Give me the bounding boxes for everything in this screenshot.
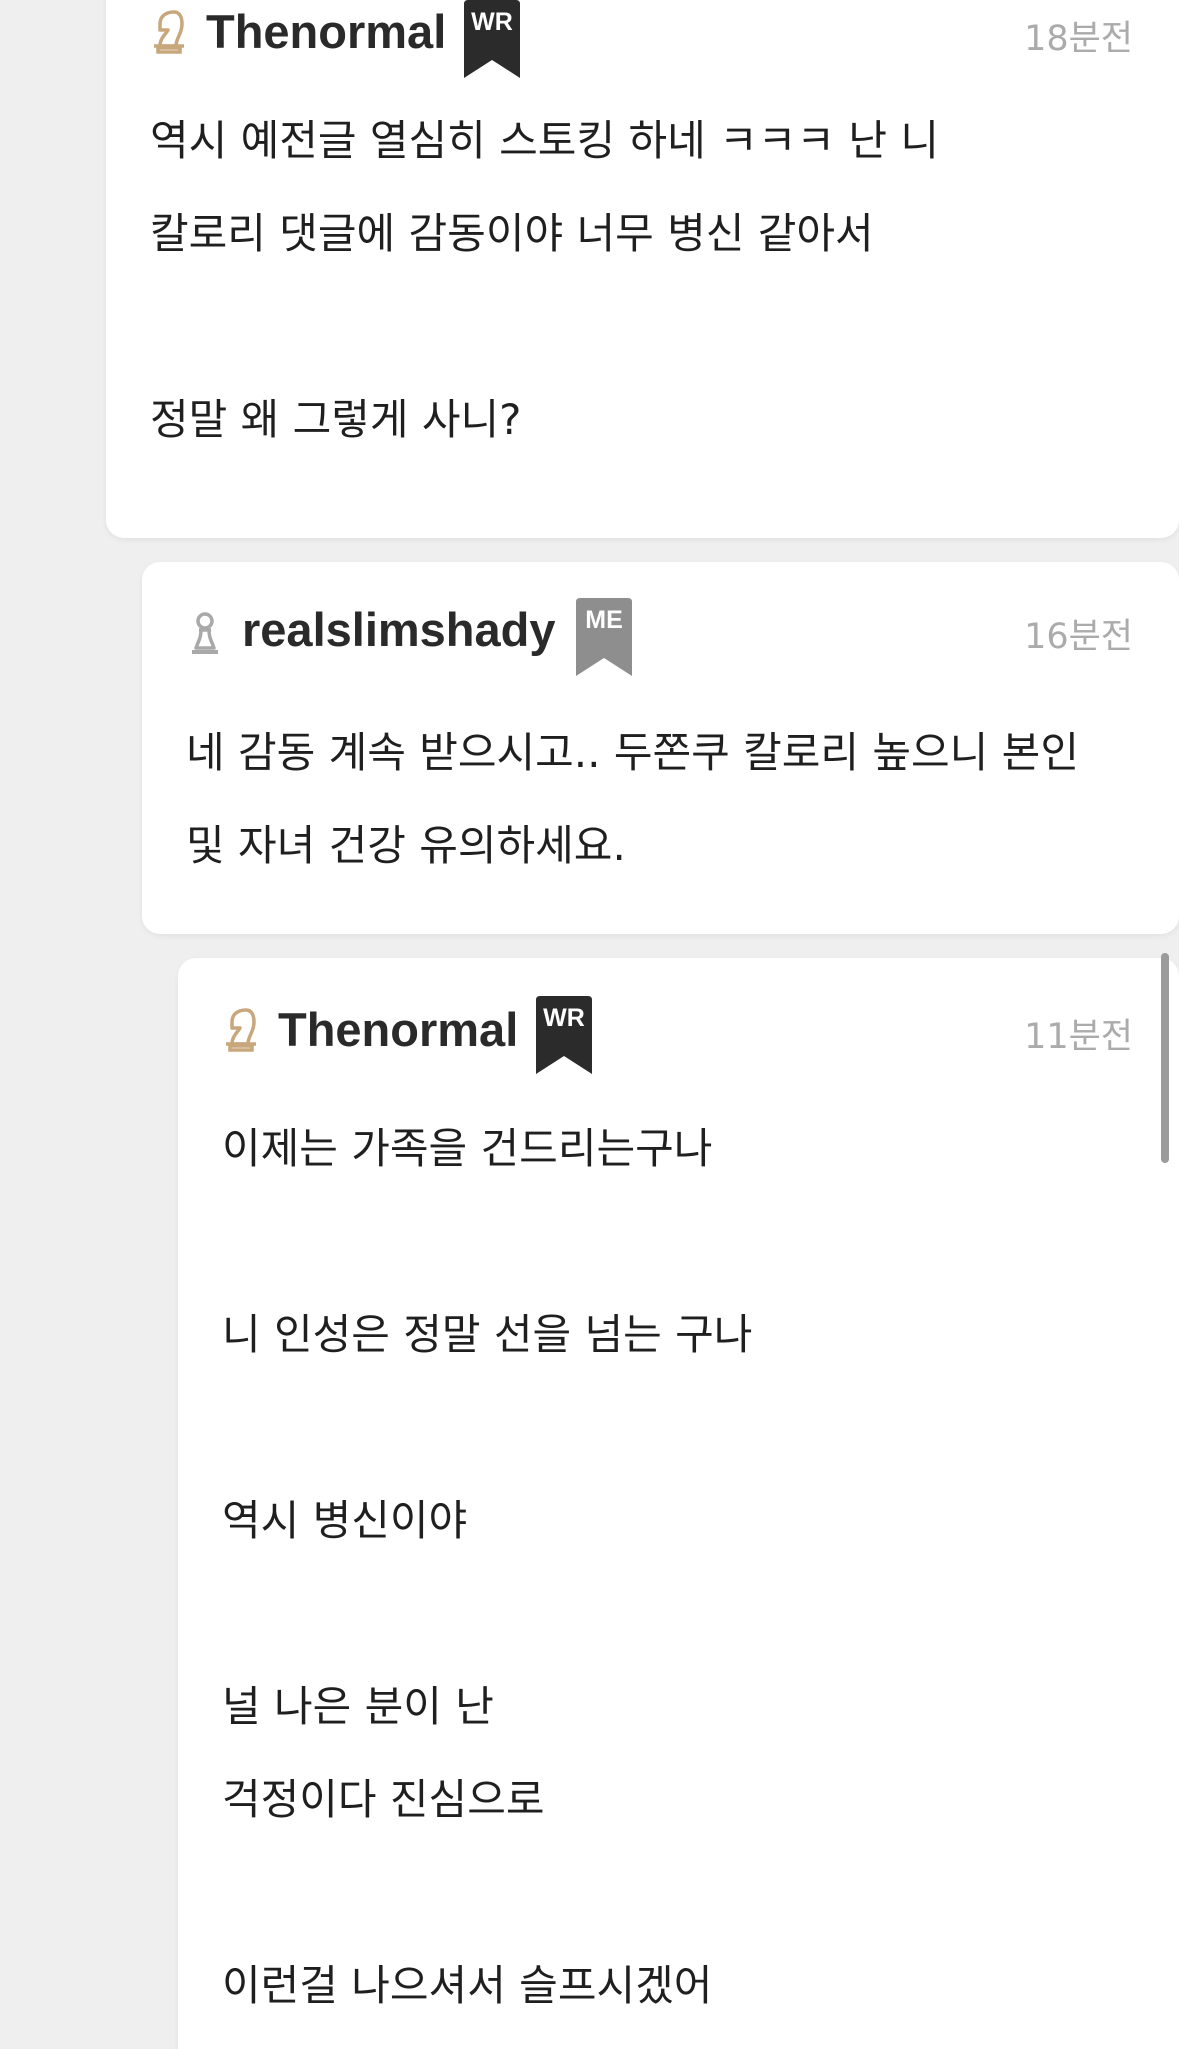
badge-label: WR <box>471 8 513 36</box>
comment-line: 이제는 가족을 건드리는구나 <box>222 1124 713 1173</box>
comment-card: Thenormal WR 18분전 역시 예전글 열심히 스토킹 하네 ㅋㅋㅋ … <box>106 0 1179 538</box>
comment-time: 11분전 <box>1024 1017 1133 1057</box>
username[interactable]: realslimshady <box>242 606 556 653</box>
me-badge: ME <box>576 598 632 676</box>
comment-line: 니 인성은 정말 선을 넘는 구나 <box>222 1310 753 1359</box>
writer-badge: WR <box>536 996 592 1074</box>
comment-line <box>222 1846 752 1939</box>
comment-line: 정말 왜 그렇게 사니? <box>150 395 522 444</box>
badge-label: WR <box>543 1004 585 1032</box>
comment-line: 걱정이다 진심으로 <box>222 1775 545 1824</box>
comment-line <box>222 1381 752 1474</box>
comment-body: 역시 예전글 열심히 스토킹 하네 ㅋㅋㅋ 난 니 칼로리 댓글에 감동이야 너… <box>150 94 939 466</box>
comment-header: Thenormal WR 11분전 <box>178 996 1179 1076</box>
comment-time: 18분전 <box>1024 19 1133 59</box>
username[interactable]: Thenormal <box>278 1006 518 1053</box>
comment-card: realslimshady ME 16분전 네 감동 계속 받으시고.. 두쫀쿠… <box>142 562 1179 934</box>
comment-line <box>222 1567 752 1660</box>
comment-thread: Thenormal WR 18분전 역시 예전글 열심히 스토킹 하네 ㅋㅋㅋ … <box>0 0 1179 2049</box>
knight-chess-icon <box>150 8 188 54</box>
comment-body: 네 감동 계속 받으시고.. 두쫀쿠 칼로리 높으니 본인 및 자녀 건강 유의… <box>186 706 1079 892</box>
comment-line <box>150 280 939 373</box>
scrollbar[interactable] <box>1161 953 1169 1163</box>
writer-badge: WR <box>464 0 520 78</box>
comment-line: 널 나은 분이 난 <box>222 1682 494 1731</box>
comment-header: Thenormal WR 18분전 <box>106 0 1179 80</box>
knight-chess-icon <box>222 1006 260 1052</box>
comment-header: realslimshady ME 16분전 <box>142 598 1179 678</box>
comment-line: 역시 병신이야 <box>222 1496 468 1545</box>
comment-time: 16분전 <box>1024 617 1133 657</box>
username[interactable]: Thenormal <box>206 8 446 55</box>
comment-line: 칼로리 댓글에 감동이야 너무 병신 같아서 <box>150 209 874 258</box>
comment-line <box>222 1195 752 1288</box>
comment-line: 및 자녀 건강 유의하세요. <box>186 821 626 870</box>
comment-body: 이제는 가족을 건드리는구나 니 인성은 정말 선을 넘는 구나 역시 병신이야… <box>222 1102 752 2032</box>
pawn-chess-icon <box>186 610 224 656</box>
badge-label: ME <box>585 606 623 634</box>
comment-line: 이런걸 나으셔서 슬프시겠어 <box>222 1961 713 2010</box>
comment-line: 네 감동 계속 받으시고.. 두쫀쿠 칼로리 높으니 본인 <box>186 728 1079 777</box>
comment-card: Thenormal WR 11분전 이제는 가족을 건드리는구나 니 인성은 정… <box>178 958 1179 2049</box>
comment-line: 역시 예전글 열심히 스토킹 하네 ㅋㅋㅋ 난 니 <box>150 116 939 165</box>
